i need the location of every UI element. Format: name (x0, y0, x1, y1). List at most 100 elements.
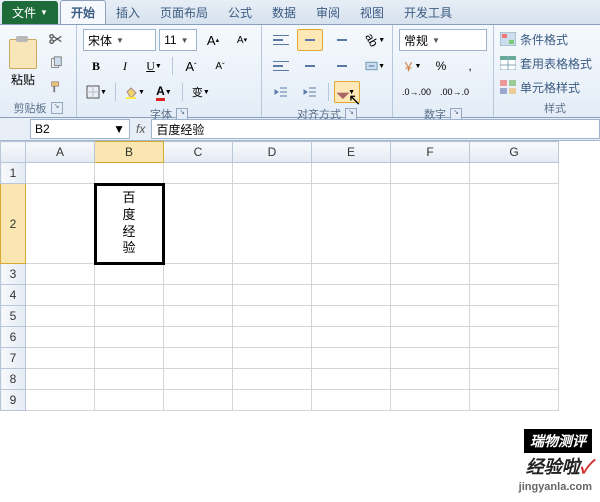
cut-button[interactable] (42, 28, 70, 50)
watermark: 瑞物测评 经验啦✓ jingyanla.com (519, 429, 592, 493)
col-header[interactable]: D (233, 142, 312, 163)
phonetic-button[interactable]: Aˇ (178, 55, 204, 77)
align-middle-button[interactable] (297, 29, 323, 51)
number-format-combo[interactable]: 常规▼ (399, 29, 487, 51)
row-header[interactable]: 2 (1, 184, 26, 264)
align-left-icon (272, 58, 290, 74)
tab-home[interactable]: 开始 (60, 0, 106, 24)
row-header[interactable]: 1 (1, 163, 26, 184)
cell-style-icon (500, 80, 516, 94)
col-header[interactable]: E (312, 142, 391, 163)
bucket-icon (124, 85, 138, 99)
increase-decimal-button[interactable]: .0→.00 (399, 81, 434, 103)
cell[interactable] (95, 163, 164, 184)
select-all-corner[interactable] (1, 142, 26, 163)
paste-button[interactable]: 粘贴 (6, 28, 40, 98)
align-right-icon (330, 58, 348, 74)
align-bottom-icon (330, 32, 348, 48)
col-header[interactable]: A (26, 142, 95, 163)
conditional-format-button[interactable]: 条件格式 (500, 28, 600, 50)
cond-format-icon (500, 32, 516, 46)
formula-bar[interactable]: 百度经验 (151, 119, 600, 139)
italic-button[interactable]: I (112, 55, 138, 77)
font-color-button[interactable]: A▼ (151, 81, 177, 103)
file-tab[interactable]: 文件▼ (2, 1, 58, 24)
cell[interactable] (391, 163, 470, 184)
tab-dev[interactable]: 开发工具 (394, 1, 462, 24)
merge-button[interactable]: ▼ (362, 55, 388, 77)
styles-group-label: 样式 (544, 100, 566, 116)
merge-icon (365, 59, 378, 73)
copy-icon (49, 56, 63, 70)
cell[interactable] (312, 184, 391, 264)
col-header[interactable]: F (391, 142, 470, 163)
orientation-button[interactable]: ab▼ (362, 29, 388, 51)
grow-font-button[interactable]: A▴ (200, 29, 226, 51)
row-header[interactable]: 5 (1, 306, 26, 327)
tab-layout[interactable]: 页面布局 (150, 1, 218, 24)
fill-color-button[interactable]: ▼ (121, 81, 148, 103)
indent-icon (303, 85, 317, 99)
format-table-button[interactable]: 套用表格格式 (500, 52, 600, 74)
format-painter-button[interactable] (42, 76, 70, 98)
bold-button[interactable]: B (83, 55, 109, 77)
align-top-icon (272, 32, 290, 48)
underline-button[interactable]: U▼ (141, 55, 167, 77)
cell[interactable] (470, 163, 559, 184)
tab-insert[interactable]: 插入 (106, 1, 150, 24)
increase-indent-button[interactable] (297, 81, 323, 103)
name-box[interactable]: B2▼ (30, 119, 130, 139)
row-header[interactable]: 7 (1, 348, 26, 369)
align-bottom-button[interactable] (326, 29, 352, 51)
align-right-button[interactable] (326, 55, 352, 77)
comma-button[interactable]: , (457, 55, 483, 77)
font-name-combo[interactable]: 宋体▼ (83, 29, 156, 51)
phonetic-button-2[interactable]: Aˇ (207, 55, 233, 77)
accounting-button[interactable]: ￥▼ (399, 55, 425, 77)
cell[interactable] (233, 184, 312, 264)
percent-button[interactable]: % (428, 55, 454, 77)
cell[interactable] (233, 163, 312, 184)
align-top-button[interactable] (268, 29, 294, 51)
align-center-button[interactable] (297, 55, 323, 77)
row-header[interactable]: 8 (1, 369, 26, 390)
row-header[interactable]: 4 (1, 285, 26, 306)
spreadsheet-grid[interactable]: A B C D E F G 1 2 百度经验 3 4 5 6 7 8 9 (0, 141, 559, 411)
tab-view[interactable]: 视图 (350, 1, 394, 24)
chevron-down-icon: ▼ (40, 8, 48, 17)
tab-data[interactable]: 数据 (262, 1, 306, 24)
brush-icon (49, 80, 63, 94)
cell[interactable] (164, 184, 233, 264)
orientation-split-button[interactable]: ◢▼ (334, 81, 360, 103)
decrease-indent-button[interactable] (268, 81, 294, 103)
align-center-icon (301, 58, 319, 74)
dialog-launcher-icon[interactable]: ↘ (51, 102, 63, 114)
cell[interactable] (391, 184, 470, 264)
tab-formula[interactable]: 公式 (218, 1, 262, 24)
col-header[interactable]: C (164, 142, 233, 163)
cell[interactable] (470, 184, 559, 264)
col-header[interactable]: B (95, 142, 164, 163)
font-size-combo[interactable]: 11▼ (159, 29, 197, 51)
cell-selected[interactable]: 百度经验 (95, 184, 164, 264)
cell[interactable] (26, 184, 95, 264)
ruby-button[interactable]: 变▼ (188, 81, 214, 103)
row-header[interactable]: 6 (1, 327, 26, 348)
border-icon (86, 85, 100, 99)
shrink-font-button[interactable]: A▾ (229, 29, 255, 51)
scissors-icon (49, 32, 63, 46)
cell[interactable] (26, 163, 95, 184)
col-header[interactable]: G (470, 142, 559, 163)
cell[interactable] (312, 163, 391, 184)
align-left-button[interactable] (268, 55, 294, 77)
copy-button[interactable] (42, 52, 70, 74)
tab-review[interactable]: 审阅 (306, 1, 350, 24)
border-button[interactable]: ▼ (83, 81, 110, 103)
row-header[interactable]: 9 (1, 390, 26, 411)
cell[interactable] (164, 163, 233, 184)
decrease-decimal-button[interactable]: .00→.0 (437, 81, 472, 103)
cell-styles-button[interactable]: 单元格样式 (500, 76, 600, 98)
fx-icon[interactable]: fx (136, 122, 145, 136)
row-header[interactable]: 3 (1, 264, 26, 285)
table-style-icon (500, 56, 516, 70)
